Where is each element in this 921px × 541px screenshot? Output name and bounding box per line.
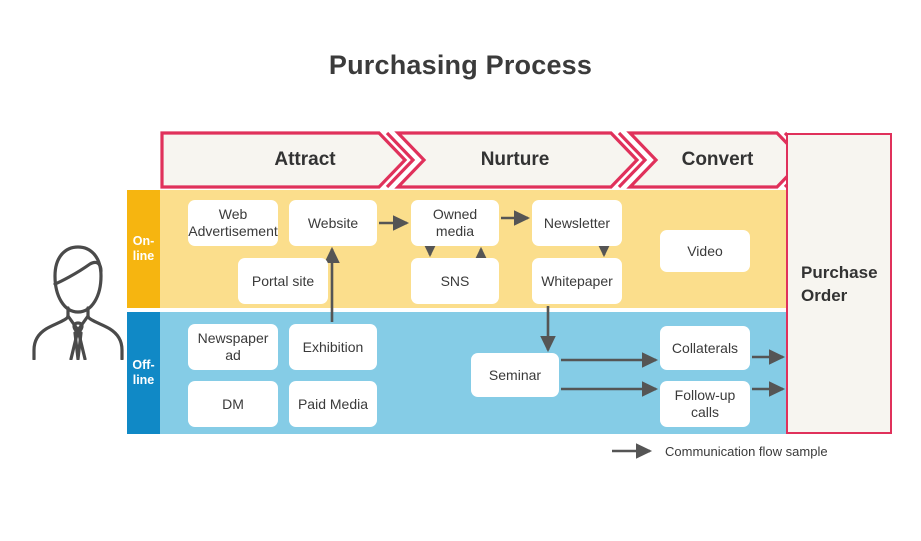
purchase-order-label: Purchase Order [801, 261, 878, 307]
purchase-order-label-line1: Purchase [801, 262, 878, 282]
purchase-order-label-line2: Order [801, 285, 848, 305]
node-exhibition[interactable]: Exhibition [289, 324, 377, 370]
node-collaterals[interactable]: Collaterals [660, 326, 750, 370]
node-label: Website [307, 214, 359, 231]
businessman-person-icon [24, 238, 132, 361]
band-tab-offline: Off- line [127, 312, 160, 434]
legend: Communication flow sample [610, 442, 910, 464]
band-tab-offline-line1: Off- [132, 358, 155, 372]
node-label: Paid Media [297, 395, 369, 412]
node-newsletter[interactable]: Newsletter [532, 200, 622, 246]
node-label: Video [687, 242, 723, 259]
page-title: Purchasing Process [328, 50, 593, 80]
arrow-right-icon [612, 443, 653, 459]
node-label: Portal site [251, 272, 315, 289]
stage-chevrons [160, 131, 814, 189]
node-label: Seminar [488, 366, 542, 383]
band-tab-online: On- line [127, 190, 160, 308]
node-label: Owned media [432, 206, 478, 239]
node-newspaper-ad[interactable]: Newspaper ad [188, 324, 278, 370]
node-sns[interactable]: SNS [411, 258, 499, 304]
node-portal-site[interactable]: Portal site [238, 258, 328, 304]
band-tab-offline-line2: line [132, 373, 155, 387]
node-video[interactable]: Video [660, 230, 750, 272]
node-web-advertisement[interactable]: Web Advertisement [188, 200, 278, 246]
node-owned-media[interactable]: Owned media [411, 200, 499, 246]
stage-chevron-attract[interactable] [160, 131, 408, 189]
node-label: Collaterals [671, 339, 739, 356]
businessman-person-icon-svg [32, 245, 124, 361]
node-website[interactable]: Website [289, 200, 377, 246]
node-paid-media[interactable]: Paid Media [289, 381, 377, 427]
band-tab-online-line1: On- [132, 234, 155, 248]
node-seminar[interactable]: Seminar [471, 353, 559, 397]
legend-label: Communication flow sample [665, 444, 828, 459]
node-label: Newspaper ad [197, 330, 269, 363]
node-label: Web Advertisement [188, 206, 278, 239]
purchasing-process-diagram: Purchasing Process Attract Nurture Conve… [0, 0, 921, 541]
node-label: SNS [440, 272, 470, 289]
node-follow-up-calls[interactable]: Follow-up calls [660, 381, 750, 427]
node-whitepaper[interactable]: Whitepaper [532, 258, 622, 304]
stage-banner: Attract Nurture Convert [160, 131, 814, 189]
purchase-order-panel[interactable]: Purchase Order [786, 133, 892, 434]
node-label: Exhibition [302, 338, 364, 355]
node-label: Newsletter [543, 214, 611, 231]
stage-chevron-nurture[interactable] [394, 131, 640, 189]
node-dm[interactable]: DM [188, 381, 278, 427]
band-tab-online-line2: line [132, 249, 155, 263]
node-label: Whitepaper [541, 272, 613, 289]
node-label: Follow-up calls [674, 387, 736, 420]
stage-chevron-convert[interactable] [626, 131, 806, 189]
node-label: DM [222, 395, 244, 412]
